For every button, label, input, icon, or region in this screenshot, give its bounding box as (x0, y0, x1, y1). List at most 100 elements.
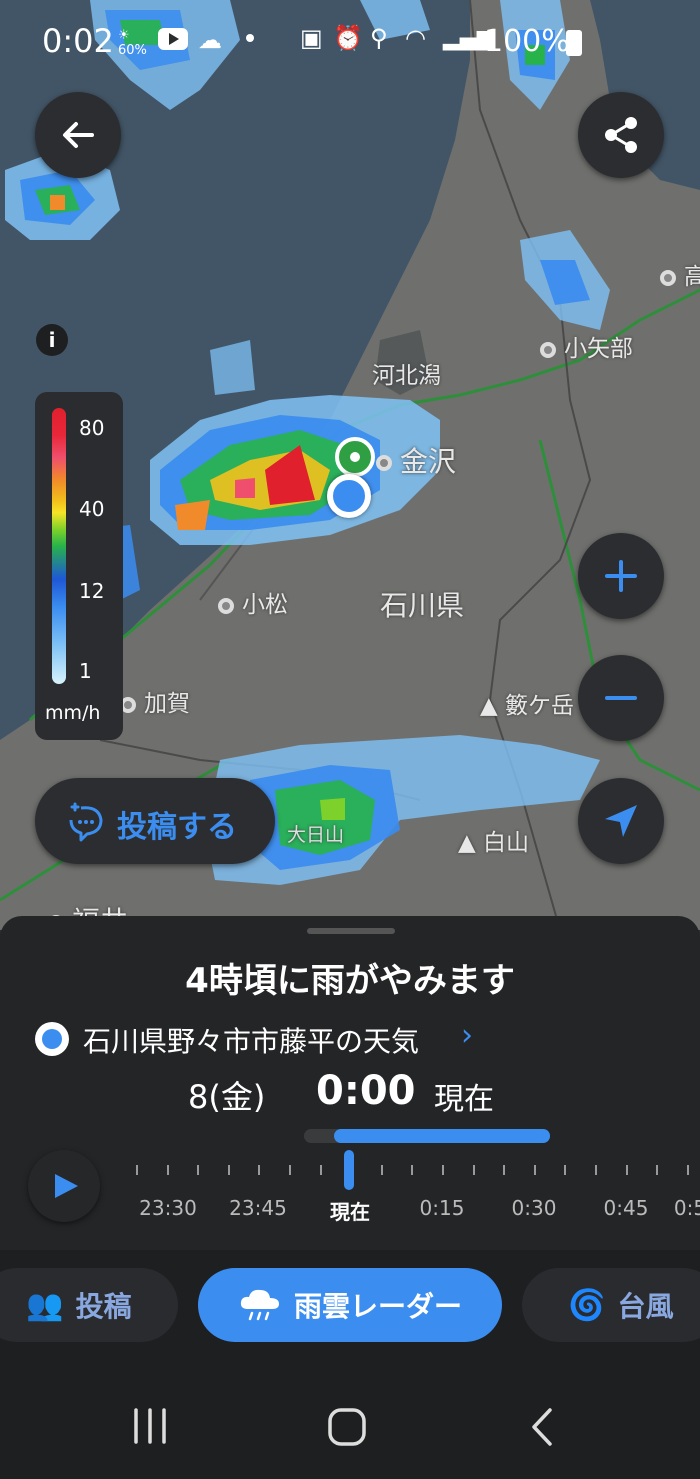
timeline-label: 0:30 (511, 1196, 557, 1220)
timeline-tick (473, 1165, 475, 1175)
map-label-oyabe: 小矢部 (540, 329, 633, 363)
map-label-kahokugata: 河北潟 (372, 363, 441, 389)
info-icon[interactable]: i (36, 324, 68, 356)
play-button[interactable] (28, 1150, 100, 1222)
timeline-tick (320, 1165, 322, 1175)
back-button[interactable] (35, 92, 121, 178)
legend-value: 80 (79, 416, 105, 440)
map-label-tsurugigatake: ▲ 籔ケ岳 (480, 693, 575, 719)
people-icon: 👥 (26, 1287, 64, 1323)
nav-post-label: 投稿 (75, 1290, 132, 1323)
location-status-icon: ⚲ (370, 24, 388, 52)
legend-color-bar (52, 408, 66, 684)
timeline-tick (687, 1165, 689, 1175)
timeline-tick (289, 1165, 291, 1175)
forecast-time: 0:00 (316, 1068, 416, 1114)
location-name: 石川県野々市市藤平の天気 (83, 1025, 420, 1058)
plus-icon (605, 560, 637, 592)
nav-radar-label: 雨雲レーダー (293, 1290, 462, 1323)
rain-forecast-bar (304, 1129, 550, 1143)
nav-typhoon-tab[interactable]: 🌀 台風 (522, 1268, 700, 1342)
navigation-arrow-icon (605, 805, 637, 837)
my-location-button[interactable] (578, 778, 664, 864)
timeline-tick (197, 1165, 199, 1175)
share-button[interactable] (578, 92, 664, 178)
post-report-label: 投稿する (117, 810, 237, 845)
nav-typhoon-label: 台風 (617, 1290, 674, 1323)
timeline-tick (136, 1165, 138, 1175)
status-time: 0:02 (42, 22, 114, 60)
battery-icon (566, 30, 582, 56)
legend-value: 1 (79, 659, 92, 683)
timeline-tick (503, 1165, 505, 1175)
sheet-drag-handle[interactable] (307, 928, 395, 934)
zoom-out-button[interactable] (578, 655, 664, 741)
map-label-komatsu: 小松 (218, 585, 288, 619)
wifi-icon: ◠ (405, 24, 426, 52)
map-label-hakusan: ▲ 白山 (458, 830, 530, 856)
minus-icon (605, 696, 637, 700)
current-location-marker[interactable] (327, 474, 371, 518)
timeline-tick (564, 1165, 566, 1175)
notification-dot-icon (246, 34, 254, 42)
nav-post-tab[interactable]: 👥 投稿 (0, 1268, 178, 1342)
legend-value: 12 (79, 579, 105, 603)
map-label-kaga: 加賀 (120, 684, 190, 718)
home-icon[interactable] (326, 1406, 368, 1448)
mountain-icon: ▲ (480, 693, 498, 719)
city-dot-icon (660, 269, 676, 286)
timeline-tick (167, 1165, 169, 1175)
city-dot-icon (376, 455, 392, 471)
youtube-icon (158, 28, 188, 50)
rain-forecast-fill (334, 1129, 550, 1143)
map-label-takaoka: 高 (660, 257, 700, 291)
bottom-navigation: 👥 投稿 雨雲レーダー 🌀 台風 (0, 1250, 700, 1358)
rain-cloud-icon (240, 1289, 279, 1321)
timeline-tick (626, 1165, 628, 1175)
timeline-label: 0:5 (673, 1196, 700, 1220)
timeline-tick (534, 1165, 536, 1175)
city-dot-icon (540, 341, 556, 358)
recent-apps-icon[interactable] (130, 1406, 170, 1446)
timeline-tick (381, 1165, 383, 1175)
battery-saver-icon: ▣ (300, 24, 323, 52)
legend-value: 40 (79, 497, 105, 521)
chevron-right-icon: › (461, 1018, 473, 1053)
share-icon (605, 117, 637, 153)
status-bar: 0:02 ☀ 60% ☁ ▣ ⏰ ⚲ ◠ ▂▄▆ 100% (0, 0, 700, 88)
map-label-ishikawa: 石川県 (380, 589, 465, 622)
add-post-icon (69, 802, 103, 842)
timeline-label: 23:30 (139, 1196, 197, 1220)
alarm-icon: ⏰ (333, 24, 363, 52)
location-dot-icon (35, 1022, 69, 1056)
forecast-date: 8(金) (188, 1078, 266, 1116)
timeline-tick (595, 1165, 597, 1175)
timeline-tick (258, 1165, 260, 1175)
system-back-icon[interactable] (526, 1406, 558, 1448)
map-label-ohinichiyama: 大日山 (287, 824, 345, 846)
forecast-now-label: 現在 (434, 1082, 494, 1117)
typhoon-icon: 🌀 (568, 1287, 606, 1323)
timeline-tick (656, 1165, 658, 1175)
zoom-in-button[interactable] (578, 533, 664, 619)
rain-stop-headline: 4時頃に雨がやみます (185, 961, 515, 1001)
post-report-button[interactable]: 投稿する (35, 778, 275, 864)
legend-unit: mm/h (45, 702, 101, 724)
weather-status-icon: ☀ 60% (118, 28, 147, 58)
weather-status-percent: 60% (118, 43, 147, 58)
marker-center-icon (350, 452, 360, 462)
timeline-tick (442, 1165, 444, 1175)
play-icon (55, 1174, 78, 1198)
nav-radar-tab[interactable]: 雨雲レーダー (198, 1268, 502, 1342)
timeline-label: 現在 (330, 1200, 370, 1224)
timeline-label: 0:15 (419, 1196, 465, 1220)
timeline-label: 0:45 (603, 1196, 649, 1220)
cloud-icon: ☁ (198, 26, 222, 54)
timeline-thumb[interactable] (344, 1150, 354, 1190)
timeline-tick (411, 1165, 413, 1175)
registered-location-marker[interactable] (335, 437, 375, 477)
mountain-icon: ▲ (458, 830, 476, 856)
system-navigation-bar (0, 1358, 700, 1479)
map-label-kanazawa: 金沢 (376, 440, 456, 480)
timeline-tick (228, 1165, 230, 1175)
